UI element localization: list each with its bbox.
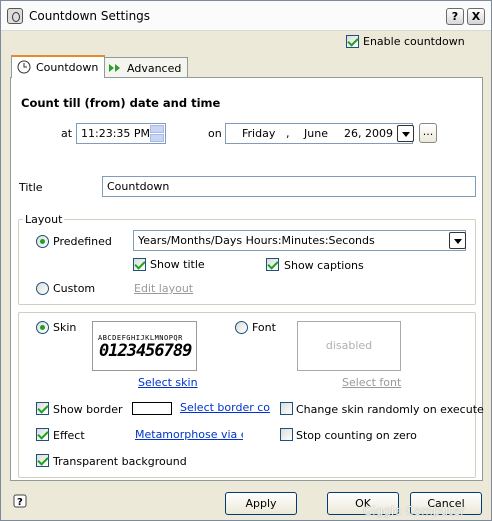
border-color-swatch[interactable] [132,402,172,415]
title-bar: Countdown Settings ? X [1,1,491,31]
app-icon [7,8,23,24]
show-captions-label: Show captions [284,259,364,272]
title-input[interactable]: Countdown [102,176,476,197]
time-spin-up[interactable] [150,125,164,133]
date-month: June [304,127,328,140]
clock-icon [17,60,31,74]
select-border-color-link[interactable]: Select border color [180,401,270,414]
time-spin-down[interactable] [150,134,164,142]
stop-counting-label: Stop counting on zero [296,429,417,442]
skin-group [18,312,476,478]
custom-radio[interactable] [36,282,49,295]
skin-radio[interactable] [36,321,49,334]
layout-select-value: Years/Months/Days Hours:Minutes:Seconds [138,234,375,247]
date-separator: , [286,127,290,140]
dialog-window: Countdown Settings ? X Enable countdown … [0,0,492,521]
edit-layout-link[interactable]: Edit layout [134,282,193,295]
change-skin-checkbox[interactable] [280,402,293,415]
select-font-link[interactable]: Select font [342,376,401,389]
date-weekday: Friday [242,127,276,140]
predefined-label: Predefined [53,235,112,248]
watermark: Giggle Computer [363,504,466,518]
date-dropdown-button[interactable] [397,125,414,142]
layout-select[interactable]: Years/Months/Days Hours:Minutes:Seconds [133,230,466,251]
effect-checkbox[interactable] [36,428,49,441]
window-title: Countdown Settings [29,9,151,23]
layout-dropdown-button[interactable] [449,232,466,249]
effect-label: Effect [53,429,85,442]
predefined-radio[interactable] [36,235,49,248]
tab-advanced[interactable]: Advanced [102,57,189,79]
show-title-checkbox[interactable] [133,258,146,271]
custom-label: Custom [53,282,96,295]
title-value: Countdown [107,180,170,193]
date-picker[interactable]: Friday , June 26, 2009 [225,123,413,144]
show-captions-checkbox[interactable] [266,258,279,271]
double-arrow-icon [109,64,120,72]
stop-counting-checkbox[interactable] [280,428,293,441]
svg-text:?: ? [17,497,23,508]
transparent-background-label: Transparent background [53,455,187,468]
font-preview: disabled [297,321,401,371]
tab-advanced-label: Advanced [127,62,182,75]
apply-button[interactable]: Apply [225,492,297,515]
help-context-icon[interactable]: ? [13,494,29,510]
count-heading: Count till (from) date and time [21,96,221,110]
effect-link[interactable]: Metamorphose via emp [135,428,243,441]
show-border-label: Show border [53,403,123,416]
time-value: 11:23:35 PM [81,127,151,140]
browse-button[interactable]: ... [419,123,437,143]
font-preview-text: disabled [325,339,373,352]
close-button[interactable]: X [467,8,485,25]
skin-preview-digits: 0123456789 [99,341,192,361]
change-skin-label: Change skin randomly on execute [296,403,484,416]
layout-group-label: Layout [23,213,65,226]
enable-countdown-label: Enable countdown [363,35,465,48]
on-label: on [208,127,222,140]
select-skin-link[interactable]: Select skin [138,376,198,389]
at-label: at [61,127,73,140]
title-label: Title [19,181,43,194]
tab-countdown[interactable]: Countdown [11,55,106,78]
tab-countdown-label: Countdown [36,61,99,74]
show-title-label: Show title [150,258,205,271]
skin-label: Skin [53,321,77,334]
font-label: Font [252,321,276,334]
date-day-year: 26, 2009 [344,127,393,140]
enable-countdown-checkbox[interactable] [346,35,359,48]
skin-preview[interactable]: ABCDEFGHIJKLMNOPQR 0123456789 [92,321,197,371]
font-radio[interactable] [235,321,248,334]
show-border-checkbox[interactable] [36,402,49,415]
transparent-background-checkbox[interactable] [36,454,49,467]
help-button[interactable]: ? [446,8,464,25]
